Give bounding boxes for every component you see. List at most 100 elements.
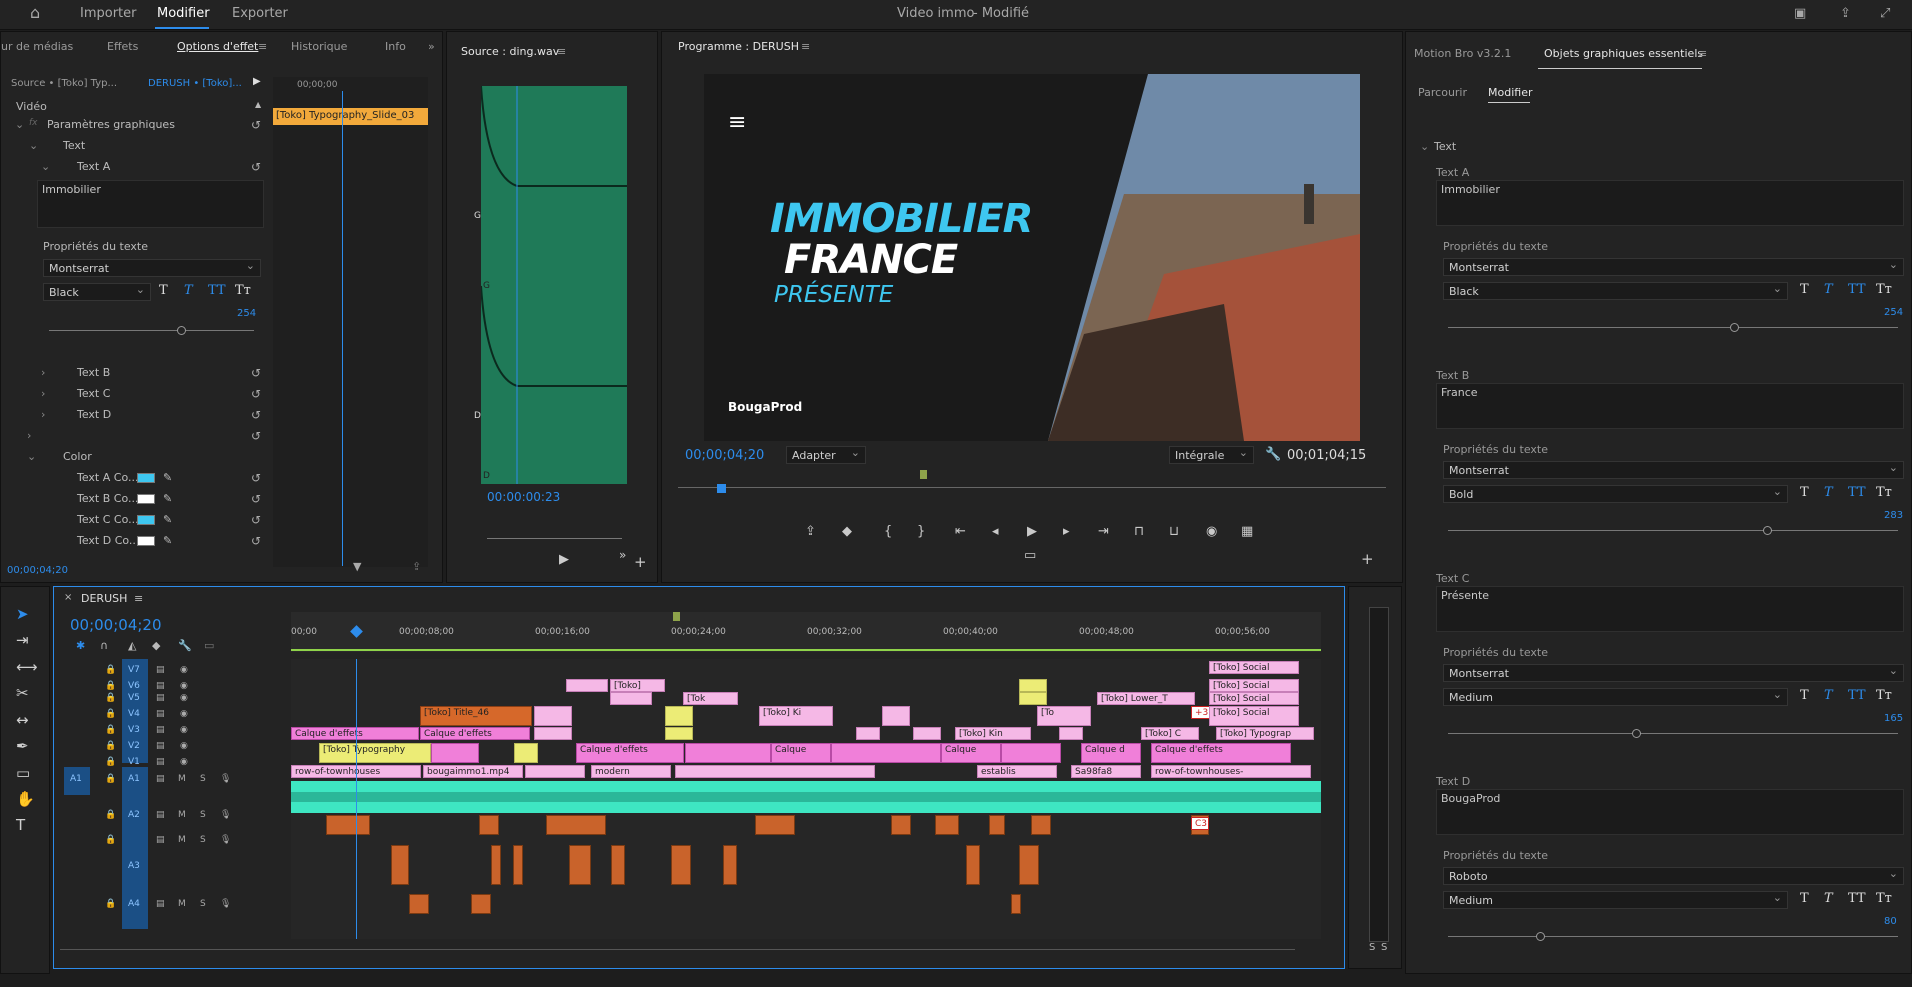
add-button-icon[interactable]: + (1361, 550, 1374, 568)
sync-icon[interactable]: ▤ (156, 725, 165, 735)
chevron-down-icon[interactable]: ⌄ (41, 160, 50, 173)
font-size-value[interactable]: 283 (1884, 510, 1903, 521)
chevron-down-icon[interactable]: ⌄ (27, 450, 36, 463)
tab-motion-bro[interactable]: Motion Bro v3.2.1 (1414, 47, 1511, 60)
track-header-v7[interactable]: 🔒 V7 ▤ ◉ (54, 665, 244, 677)
add-button-icon[interactable]: + (634, 553, 647, 571)
play-button[interactable]: ▶ (1027, 524, 1037, 539)
clip[interactable]: [Toko] Social (1209, 661, 1299, 674)
marker-icon[interactable]: ◆ (152, 639, 160, 652)
color-swatch[interactable] (137, 536, 155, 546)
clip[interactable]: Calque d'effets (576, 743, 684, 763)
slider-knob[interactable] (177, 326, 186, 335)
solo-button[interactable]: S (200, 899, 206, 909)
marker[interactable] (673, 612, 680, 621)
reset-icon[interactable]: ↺ (251, 387, 261, 401)
source-clip-label[interactable]: Source • [Toko] Typ... (11, 78, 117, 89)
marker[interactable] (920, 470, 927, 479)
reset-icon[interactable]: ↺ (251, 471, 261, 485)
sync-icon[interactable]: ▤ (156, 810, 165, 820)
clip[interactable]: Calque d'effets (1151, 743, 1291, 763)
source-timecode[interactable]: 00:00:00:23 (487, 490, 560, 504)
audio-clip[interactable] (723, 845, 737, 885)
faux-italic-button[interactable]: T (1824, 485, 1833, 500)
mute-button[interactable]: M (178, 899, 186, 909)
audio-clip[interactable] (326, 815, 370, 835)
safe-margins-icon[interactable]: ▭ (1024, 548, 1036, 563)
text-value-field[interactable]: BougaProd (1436, 789, 1904, 835)
clip[interactable] (431, 743, 479, 763)
clip[interactable]: Calque (941, 743, 1001, 763)
eyedropper-icon[interactable]: ✎ (163, 534, 172, 547)
camera-icon[interactable]: ◉ (1206, 524, 1217, 539)
all-caps-button[interactable]: TT (208, 283, 226, 298)
play-button[interactable]: ▶ (559, 552, 569, 567)
track-header-a2[interactable]: 🔒 A2 ▤ M S 🎙 (54, 810, 244, 822)
clip[interactable]: [Toko] Title_46 (420, 706, 532, 726)
linked-selection-icon[interactable]: ∩ (100, 639, 108, 652)
compare-icon[interactable]: ▦ (1241, 524, 1253, 539)
waveform-display[interactable]: G G D D (474, 85, 627, 484)
solo-right-button[interactable]: S (1381, 942, 1387, 953)
source-zoom-bar[interactable] (487, 538, 622, 539)
sequence-title[interactable]: DERUSH (81, 592, 127, 605)
clip[interactable] (1059, 727, 1083, 740)
reset-icon[interactable]: ↺ (251, 160, 261, 174)
track-select-icon[interactable]: ⇥ (16, 631, 29, 649)
faux-bold-button[interactable]: T (1800, 282, 1809, 297)
go-to-out-icon[interactable]: ⇥ (1098, 524, 1109, 539)
color-swatch[interactable] (137, 494, 155, 504)
clip-badge[interactable]: +3 (1191, 706, 1211, 719)
color-row-a[interactable]: Text A Co... ✎ ↺ (1, 471, 269, 488)
eyedropper-icon[interactable]: ✎ (163, 471, 172, 484)
font-size-slider[interactable] (49, 326, 254, 335)
close-icon[interactable]: × (64, 592, 72, 603)
sync-icon[interactable]: ▤ (156, 757, 165, 767)
clip[interactable]: bougaimmo1.mp4 (423, 765, 523, 778)
filter-icon[interactable]: ▼ (353, 560, 361, 573)
mic-icon[interactable]: 🎙 (220, 835, 231, 845)
text-value-field[interactable]: France (1436, 383, 1904, 429)
menu-icon[interactable]: ≡ (801, 40, 810, 53)
sync-icon[interactable]: ▤ (156, 681, 165, 691)
home-icon[interactable]: ⌂ (30, 3, 40, 22)
chevron-down-icon[interactable]: ⌄ (15, 118, 24, 131)
faux-italic-button[interactable]: T (1824, 688, 1833, 703)
faux-italic-button[interactable]: T (184, 283, 193, 298)
clip[interactable]: Calque d'effets (420, 727, 530, 740)
sync-icon[interactable]: ▤ (156, 693, 165, 703)
captions-icon[interactable]: ▭ (204, 639, 214, 652)
sync-icon[interactable]: ▤ (156, 741, 165, 751)
color-swatch[interactable] (137, 515, 155, 525)
eyedropper-icon[interactable]: ✎ (163, 492, 172, 505)
reset-icon[interactable]: ↺ (251, 366, 261, 380)
slider-knob[interactable] (1730, 323, 1739, 332)
font-dropdown[interactable]: Montserrat (1443, 258, 1904, 276)
play-arrow-icon[interactable]: ▶ (253, 76, 261, 87)
track-header-v1[interactable]: 🔒 V1 ▤ ◉ (54, 757, 244, 769)
slider-knob[interactable] (1536, 932, 1545, 941)
all-caps-button[interactable]: TT (1848, 485, 1866, 500)
clip[interactable]: [Toko] Typography (319, 743, 431, 763)
eye-icon[interactable]: ◉ (180, 725, 188, 735)
track-header-a3[interactable]: A3 (54, 861, 244, 873)
quality-dropdown[interactable]: Intégrale (1169, 446, 1254, 464)
clip[interactable]: [Toko] (610, 679, 665, 692)
font-size-value[interactable]: 254 (237, 308, 256, 319)
color-row-d[interactable]: Text D Co... ✎ ↺ (1, 534, 269, 551)
step-forward-icon[interactable]: ▸ (1063, 524, 1070, 539)
clip[interactable]: [Toko] Social (1209, 706, 1299, 726)
audio-clip[interactable] (935, 815, 959, 835)
clip[interactable] (1019, 679, 1047, 692)
all-caps-button[interactable]: TT (1848, 282, 1866, 297)
font-dropdown[interactable]: Montserrat (1443, 664, 1904, 682)
export-frame-icon[interactable]: ⇪ (805, 524, 816, 539)
quick-export-icon[interactable]: ▣ (1794, 6, 1806, 21)
clip[interactable] (665, 706, 693, 726)
track-header-a1[interactable]: 🔒 A1 ▤ M S 🎙 (54, 774, 244, 786)
chevron-right-icon[interactable]: › (41, 366, 45, 379)
color-group-row[interactable]: ⌄ Color (1, 450, 269, 467)
clip[interactable]: Calque (771, 743, 831, 763)
clip-badge[interactable]: C3 (1191, 817, 1209, 830)
audio-clip[interactable] (1031, 815, 1051, 835)
